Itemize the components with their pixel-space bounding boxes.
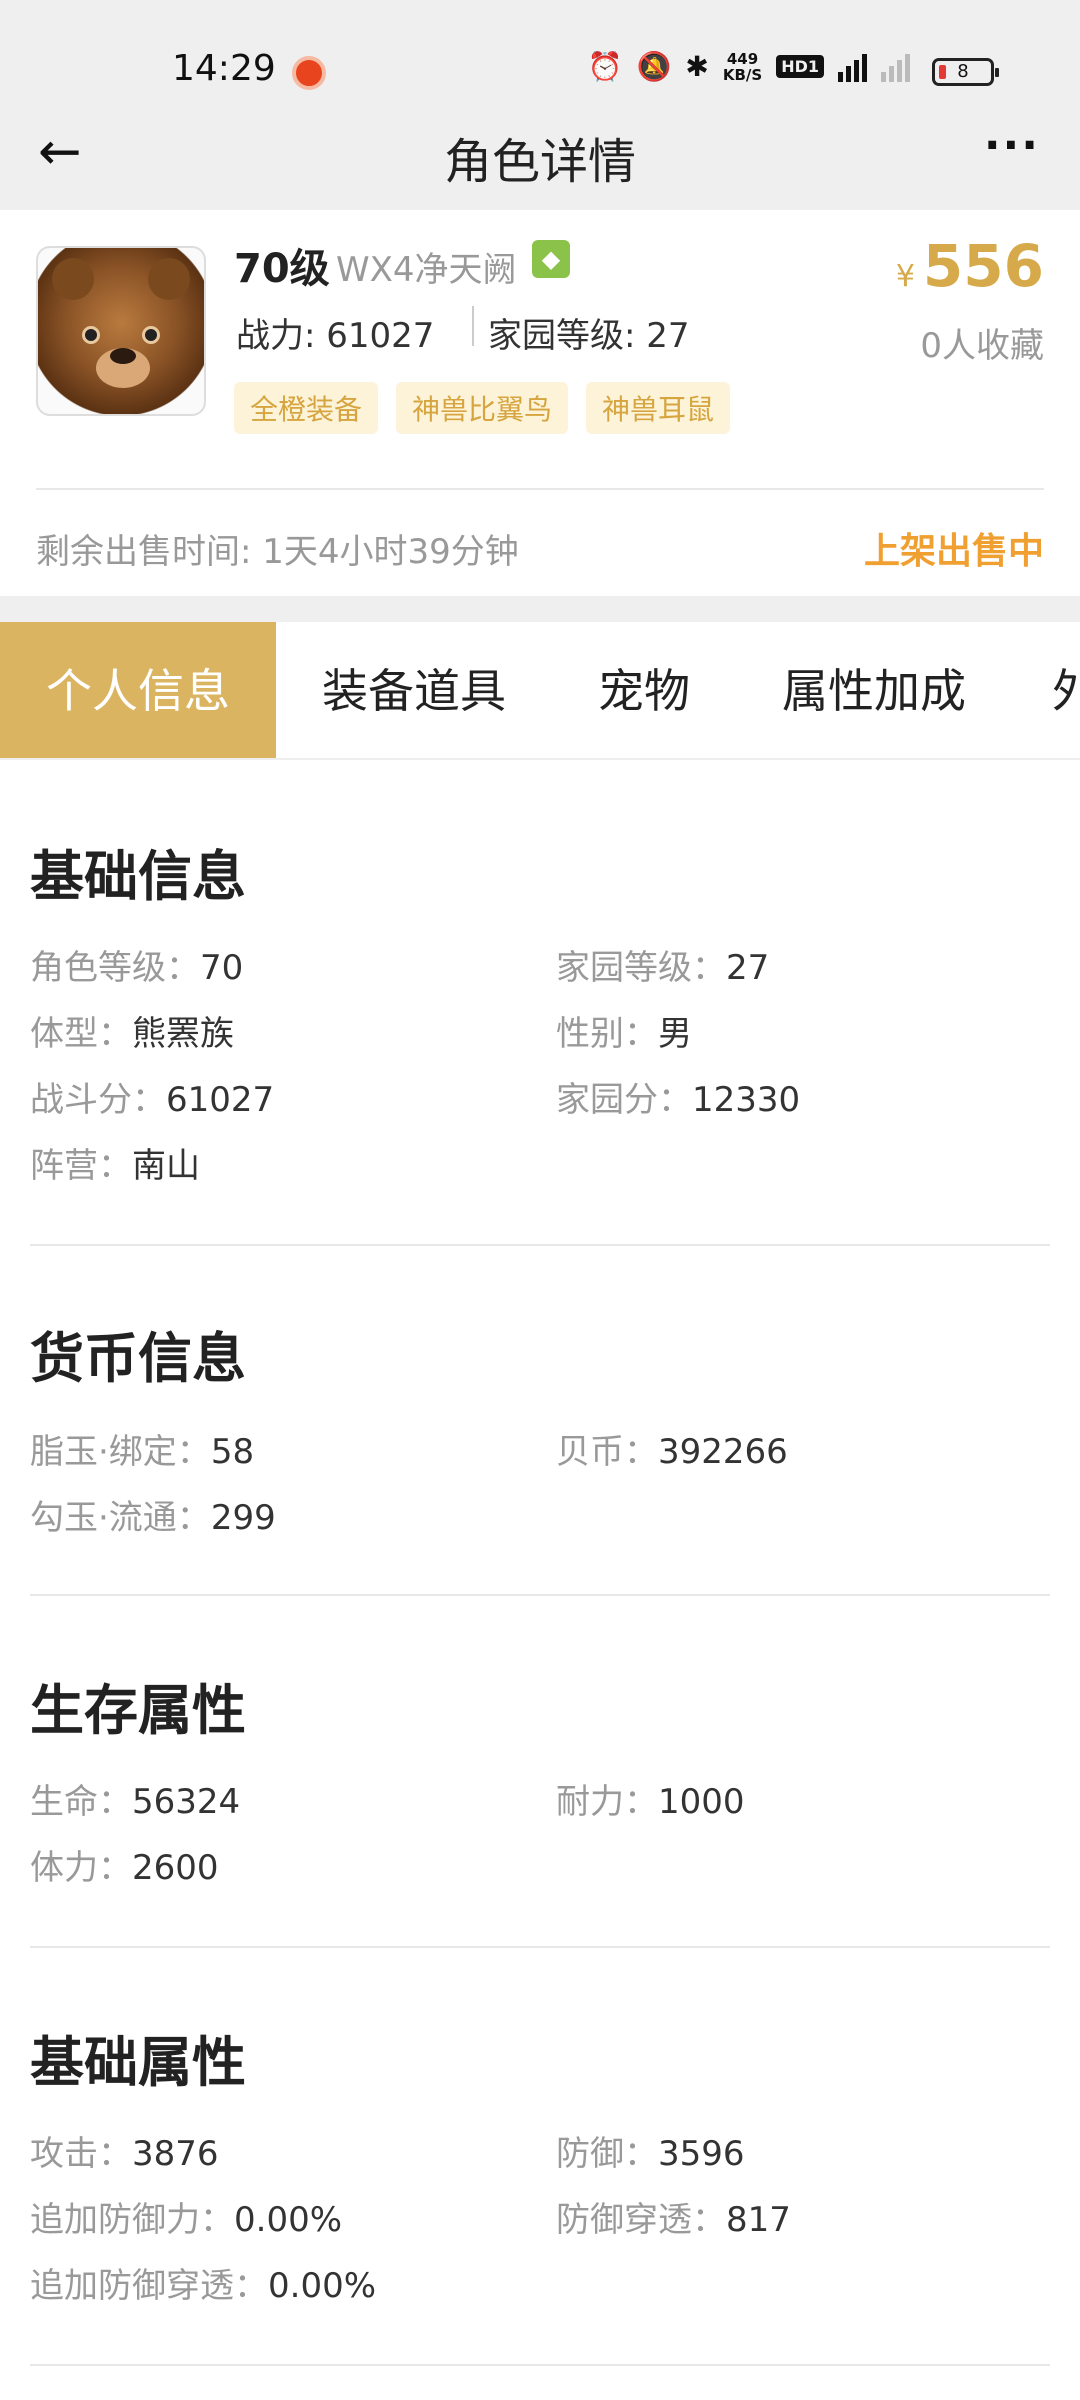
signal-sim2-icon bbox=[881, 52, 910, 82]
separator bbox=[472, 306, 474, 346]
card-divider bbox=[36, 488, 1044, 490]
avatar-ear-right bbox=[148, 258, 190, 300]
field-gender: 性别：男 bbox=[556, 1014, 692, 1054]
tab-bar: 个人信息 装备道具 宠物 属性加成 外 bbox=[0, 622, 1080, 760]
field-role-level: 角色等级：70 bbox=[30, 948, 244, 988]
android-icon: ◆ bbox=[532, 240, 570, 278]
server-name: WX4净天阙 bbox=[336, 250, 517, 290]
tab-personal-info[interactable]: 个人信息 bbox=[0, 622, 276, 758]
avatar-eye-left bbox=[82, 326, 100, 344]
character-level: 70级 bbox=[234, 246, 330, 292]
battery-icon: 8 bbox=[932, 58, 999, 86]
field-extra-defense-penetration: 追加防御穿透：0.00% bbox=[30, 2266, 377, 2306]
tag-list: 全橙装备 神兽比翼鸟 神兽耳鼠 bbox=[234, 382, 731, 434]
section-title: 基础属性 bbox=[30, 2031, 246, 2094]
tab-more[interactable]: 外 bbox=[1052, 622, 1080, 758]
field-gouyu-tradable: 勾玉·流通：299 bbox=[30, 1498, 276, 1538]
section-divider bbox=[30, 1594, 1050, 1596]
field-body-type: 体型：熊罴族 bbox=[30, 1014, 234, 1054]
character-card[interactable]: 70级 WX4净天阙 ◆ 战力: 61027 家园等级: 27 全橙装备 神兽比… bbox=[0, 210, 1080, 596]
speed-unit: KB/S bbox=[722, 65, 763, 84]
price-value: 556 bbox=[922, 232, 1044, 300]
tab-pets[interactable]: 宠物 bbox=[570, 622, 718, 758]
field-home-level: 家园等级：27 bbox=[556, 948, 770, 988]
top-bar: 14:29 ⏰ 🔕 ✱ 449 KB/S HD1 8 ← 角色详情 ··· bbox=[0, 0, 1080, 210]
section-currency-info: 货币信息 脂玉·绑定：58 贝币：392266 勾玉·流通：299 bbox=[30, 1314, 1050, 1554]
section-divider bbox=[30, 1946, 1050, 1948]
section-survival-attributes: 生存属性 生命：56324 耐力：1000 体力：2600 bbox=[30, 1666, 1050, 1906]
section-title: 基础信息 bbox=[30, 845, 246, 908]
price: ¥556 bbox=[896, 232, 1044, 300]
status-time: 14:29 bbox=[172, 48, 276, 89]
page-title: 角色详情 bbox=[443, 134, 636, 190]
avatar-nose bbox=[110, 348, 136, 364]
tag-full-orange-gear: 全橙装备 bbox=[234, 382, 379, 434]
tag-beast-biyi-bird: 神兽比翼鸟 bbox=[396, 382, 569, 434]
field-defense-penetration: 防御穿透：817 bbox=[556, 2200, 791, 2240]
combat-power: 战力: 61027 bbox=[236, 316, 435, 356]
field-faction: 阵营：南山 bbox=[30, 1146, 200, 1186]
home-level: 家园等级: 27 bbox=[488, 316, 690, 356]
field-attack: 攻击：3876 bbox=[30, 2134, 219, 2174]
notification-app-icon bbox=[292, 56, 326, 90]
tab-attribute-bonus[interactable]: 属性加成 bbox=[756, 622, 992, 758]
status-bar: 14:29 ⏰ 🔕 ✱ 449 KB/S HD1 8 bbox=[0, 0, 1080, 110]
field-jade-bound: 脂玉·绑定：58 bbox=[30, 1432, 255, 1472]
network-speed: 449 KB/S bbox=[723, 51, 762, 83]
character-avatar bbox=[36, 246, 206, 416]
bluetooth-icon: ✱ bbox=[685, 50, 709, 83]
alarm-icon: ⏰ bbox=[587, 50, 623, 83]
section-basic-info: 基础信息 角色等级：70 家园等级：27 体型：熊罴族 性别：男 战斗分：610… bbox=[30, 832, 1050, 1232]
currency-symbol: ¥ bbox=[895, 259, 915, 294]
field-extra-defense: 追加防御力：0.00% bbox=[30, 2200, 343, 2240]
sale-status: 上架出售中 bbox=[863, 531, 1044, 572]
section-base-attributes: 基础属性 攻击：3876 防御：3596 追加防御力：0.00% 防御穿透：81… bbox=[30, 2018, 1050, 2338]
field-hp: 生命：56324 bbox=[30, 1782, 241, 1822]
section-title: 生存属性 bbox=[30, 1679, 246, 1742]
section-divider bbox=[30, 2364, 1050, 2366]
nav-bar: ← 角色详情 ··· bbox=[0, 110, 1080, 210]
mute-icon: 🔕 bbox=[636, 50, 672, 83]
status-icons: ⏰ 🔕 ✱ 449 KB/S HD1 bbox=[588, 50, 910, 83]
section-gap bbox=[0, 596, 1080, 622]
favorites-count: 0人收藏 bbox=[920, 326, 1044, 366]
tag-beast-er-shu: 神兽耳鼠 bbox=[586, 382, 731, 434]
field-home-score: 家园分：12330 bbox=[556, 1080, 801, 1120]
remaining-sale-time: 剩余出售时间: 1天4小时39分钟 bbox=[36, 532, 519, 572]
field-defense: 防御：3596 bbox=[556, 2134, 745, 2174]
more-icon[interactable]: ··· bbox=[984, 120, 1040, 171]
hd-icon: HD1 bbox=[776, 55, 824, 78]
field-endurance: 耐力：1000 bbox=[556, 1782, 745, 1822]
field-combat-score: 战斗分：61027 bbox=[30, 1080, 275, 1120]
signal-5g-icon bbox=[838, 52, 867, 82]
avatar-ear-left bbox=[52, 258, 94, 300]
tab-equipment[interactable]: 装备道具 bbox=[296, 622, 532, 758]
section-title: 货币信息 bbox=[30, 1327, 246, 1390]
section-divider bbox=[30, 1244, 1050, 1246]
field-stamina: 体力：2600 bbox=[30, 1848, 219, 1888]
avatar-eye-right bbox=[142, 326, 160, 344]
field-shell-coins: 贝币：392266 bbox=[556, 1432, 788, 1472]
